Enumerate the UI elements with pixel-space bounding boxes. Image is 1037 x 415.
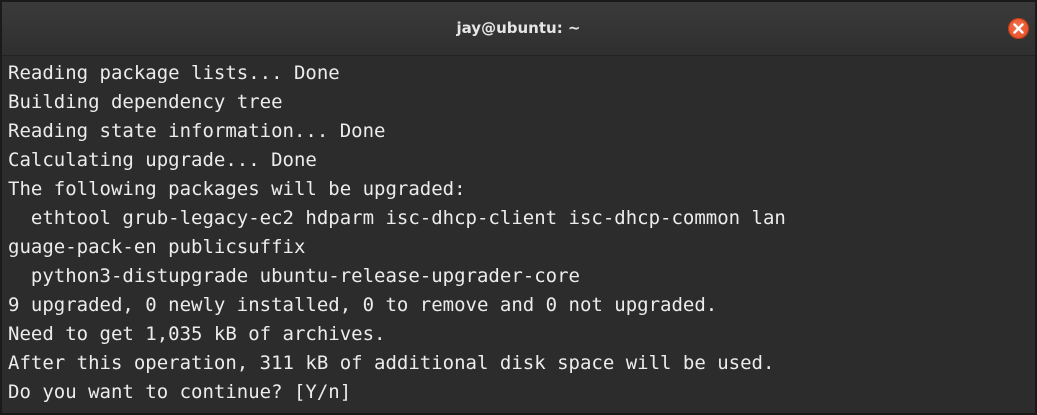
terminal-line: Reading package lists... Done [8,62,340,84]
terminal-line: Reading state information... Done [8,120,386,142]
terminal-window: jay@ubuntu: ~ Reading package lists... D… [0,0,1037,415]
title-bar[interactable]: jay@ubuntu: ~ [2,2,1035,56]
close-icon [1013,23,1024,34]
terminal-line: The following packages will be upgraded: [8,178,466,200]
close-button[interactable] [1008,18,1029,39]
terminal-line: Need to get 1,035 kB of archives. [8,323,386,345]
terminal-prompt-line: Do you want to continue? [Y/n] [8,381,352,403]
terminal-line: After this operation, 311 kB of addition… [8,352,775,374]
terminal-line: python3-distupgrade ubuntu-release-upgra… [8,265,580,287]
terminal-line: Calculating upgrade... Done [8,149,317,171]
terminal-line: 9 upgraded, 0 newly installed, 0 to remo… [8,294,718,316]
terminal-line: Building dependency tree [8,91,283,113]
window-title: jay@ubuntu: ~ [456,19,581,37]
terminal-line: ethtool grub-legacy-ec2 hdparm isc-dhcp-… [8,207,786,229]
terminal-output[interactable]: Reading package lists... Done Building d… [2,56,1035,413]
terminal-line: guage-pack-en publicsuffix [8,236,306,258]
